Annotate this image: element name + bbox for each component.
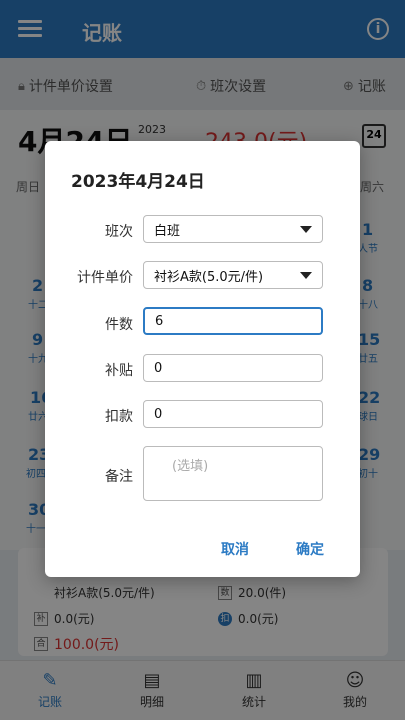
shift-label: 班次 [105,224,133,240]
piece-price-value: 衬衫A款(5.0元/件) [154,269,264,285]
dialog-title: 2023年4月24日 [71,172,205,192]
quantity-label: 件数 [105,317,133,333]
allowance-value: 0 [154,360,163,376]
deduction-input[interactable]: 0 [143,400,323,428]
note-label: 备注 [105,469,133,485]
record-dialog: 2023年4月24日 班次 白班 计件单价 衬衫A款(5.0元/件) 件数 6 … [45,141,360,577]
quantity-input[interactable]: 6 [143,307,323,335]
quantity-value: 6 [155,313,164,329]
note-textarea[interactable]: (选填) [143,446,323,501]
cancel-button[interactable]: 取消 [221,539,249,559]
confirm-button[interactable]: 确定 [296,539,324,559]
piece-price-label: 计件单价 [77,270,133,286]
shift-value: 白班 [154,223,181,239]
dropdown-arrow-icon [300,272,312,279]
deduction-label: 扣款 [105,409,133,425]
shift-select[interactable]: 白班 [143,215,323,243]
allowance-label: 补贴 [105,363,133,379]
piece-price-select[interactable]: 衬衫A款(5.0元/件) [143,261,323,289]
allowance-input[interactable]: 0 [143,354,323,382]
dropdown-arrow-icon [300,226,312,233]
deduction-value: 0 [154,406,163,422]
